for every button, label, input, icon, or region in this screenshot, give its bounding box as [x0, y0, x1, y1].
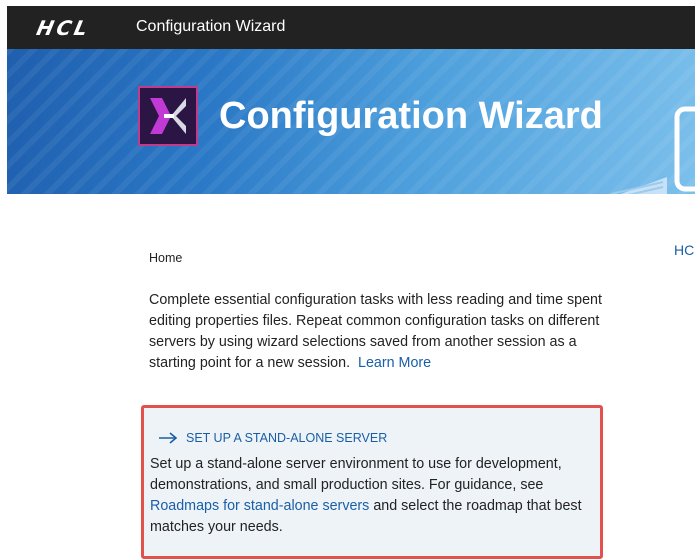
app-title: Configuration Wizard	[136, 18, 286, 35]
intro-paragraph: Complete essential configuration tasks w…	[149, 290, 619, 374]
side-link[interactable]: HC	[674, 242, 694, 258]
card-heading[interactable]: SET UP A STAND-ALONE SERVER	[158, 431, 387, 445]
server-illustration-icon	[597, 89, 695, 194]
top-bar: HCL Configuration Wizard	[7, 6, 695, 49]
learn-more-link[interactable]: Learn More	[358, 355, 431, 371]
breadcrumb[interactable]: Home	[149, 251, 182, 265]
card-body: Set up a stand-alone server environment …	[150, 454, 590, 538]
arrow-right-icon	[159, 432, 178, 444]
standalone-server-card[interactable]: SET UP A STAND-ALONE SERVER Set up a sta…	[141, 405, 603, 559]
card-heading-text[interactable]: SET UP A STAND-ALONE SERVER	[186, 431, 387, 445]
x-logo-icon	[138, 86, 198, 146]
banner-title: Configuration Wizard	[219, 95, 603, 137]
card-body-text-1: Set up a stand-alone server environment …	[150, 456, 562, 493]
roadmaps-link[interactable]: Roadmaps for stand-alone servers	[150, 498, 369, 514]
hcl-logo[interactable]: HCL	[34, 16, 92, 40]
hero-banner: Configuration Wizard	[7, 49, 695, 194]
